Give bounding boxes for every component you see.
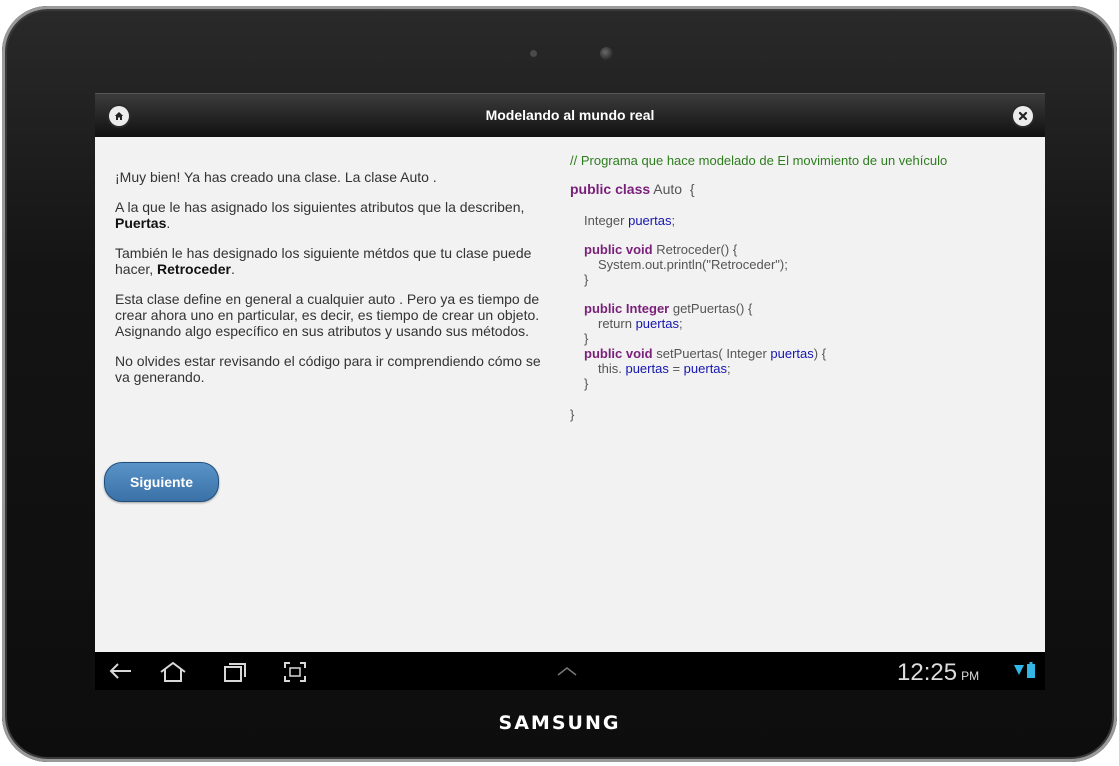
back-icon[interactable] <box>107 661 133 681</box>
code-text: Auto { <box>650 181 695 197</box>
code-panel: // Programa que hace modelado de El movi… <box>570 153 1040 422</box>
code-text: return <box>598 316 636 331</box>
sensor-icon <box>530 50 537 57</box>
battery-icon <box>1027 662 1035 678</box>
code-line: System.out.println("Retroceder"); <box>598 257 788 272</box>
code-text: ) { <box>813 346 827 361</box>
code-field: Integer puertas; <box>570 213 1040 228</box>
code-text: ; <box>671 213 676 228</box>
code-keyword: public void <box>584 242 653 257</box>
code-method-retroceder: public void Retroceder() { <box>570 242 1040 257</box>
clock-ampm: PM <box>961 669 980 683</box>
code-keyword: public void <box>584 346 653 361</box>
device-brand-logo: SAMSUNG <box>498 712 621 734</box>
code-variable: puertas <box>625 361 669 376</box>
paragraph-text: . <box>230 261 235 277</box>
code-line: } <box>584 331 589 346</box>
code-line: } <box>584 376 589 391</box>
wifi-icon <box>1014 665 1024 675</box>
code-line: this. puertas = puertas; <box>570 361 1040 376</box>
close-button[interactable] <box>1013 106 1033 126</box>
paragraph-text: . <box>166 215 171 231</box>
status-clock: 12:25 PM <box>897 659 979 687</box>
code-line: } <box>584 272 589 287</box>
code-variable: puertas <box>683 361 728 376</box>
method-name: Retroceder <box>157 261 231 277</box>
code-text: ; <box>727 361 731 376</box>
attribute-name: Puertas <box>115 215 167 231</box>
code-variable: puertas <box>770 346 814 361</box>
code-text: = <box>668 361 684 376</box>
code-keyword: public class <box>570 181 651 197</box>
code-line: return puertas; <box>570 316 1040 331</box>
code-variable: puertas <box>635 316 679 331</box>
paragraph-text: A la que le has asignado los siguientes … <box>115 199 525 215</box>
screenshot-icon[interactable] <box>283 661 307 683</box>
code-variable: puertas <box>628 213 672 228</box>
lesson-paragraph-2: A la que le has asignado los siguientes … <box>115 199 555 231</box>
home-nav-icon[interactable] <box>159 661 187 683</box>
page-title: Modelando al mundo real <box>485 107 655 123</box>
clock-time: 12:25 <box>897 659 958 686</box>
chevron-up-icon[interactable] <box>556 665 578 677</box>
code-text: this. <box>598 361 626 376</box>
camera-icon <box>600 47 613 60</box>
code-method-getpuertas: public Integer getPuertas() { <box>570 301 1040 316</box>
code-text: setPuertas( Integer <box>652 346 771 361</box>
lesson-text: ¡Muy bien! Ya has creado una clase. La c… <box>115 153 555 399</box>
code-method-setpuertas: public void setPuertas( Integer puertas)… <box>570 346 1040 361</box>
code-class-close: } <box>570 407 575 422</box>
lesson-paragraph-3: También le has designado los siguiente m… <box>115 245 555 277</box>
lesson-paragraph-5: No olvides estar revisando el código par… <box>115 353 541 385</box>
lesson-paragraph-4: Esta clase define en general a cualquier… <box>115 291 540 339</box>
code-text: ; <box>678 316 683 331</box>
code-comment: // Programa que hace modelado de El movi… <box>570 153 948 168</box>
recent-apps-icon[interactable] <box>223 661 247 683</box>
lesson-paragraph-1: ¡Muy bien! Ya has creado una clase. La c… <box>115 169 437 185</box>
app-header: Modelando al mundo real <box>95 93 1045 137</box>
code-text: getPuertas() { <box>669 301 753 316</box>
close-icon <box>1018 111 1028 121</box>
code-text: Integer <box>584 213 629 228</box>
next-button[interactable]: Siguiente <box>104 462 219 502</box>
code-text: Retroceder() { <box>652 242 738 257</box>
system-navigation-bar: 12:25 PM <box>95 652 1045 690</box>
app-screen: Modelando al mundo real ¡Muy bien! Ya ha… <box>95 93 1045 690</box>
code-class-decl: public class Auto { <box>570 182 1040 197</box>
code-keyword: public Integer <box>584 301 670 316</box>
